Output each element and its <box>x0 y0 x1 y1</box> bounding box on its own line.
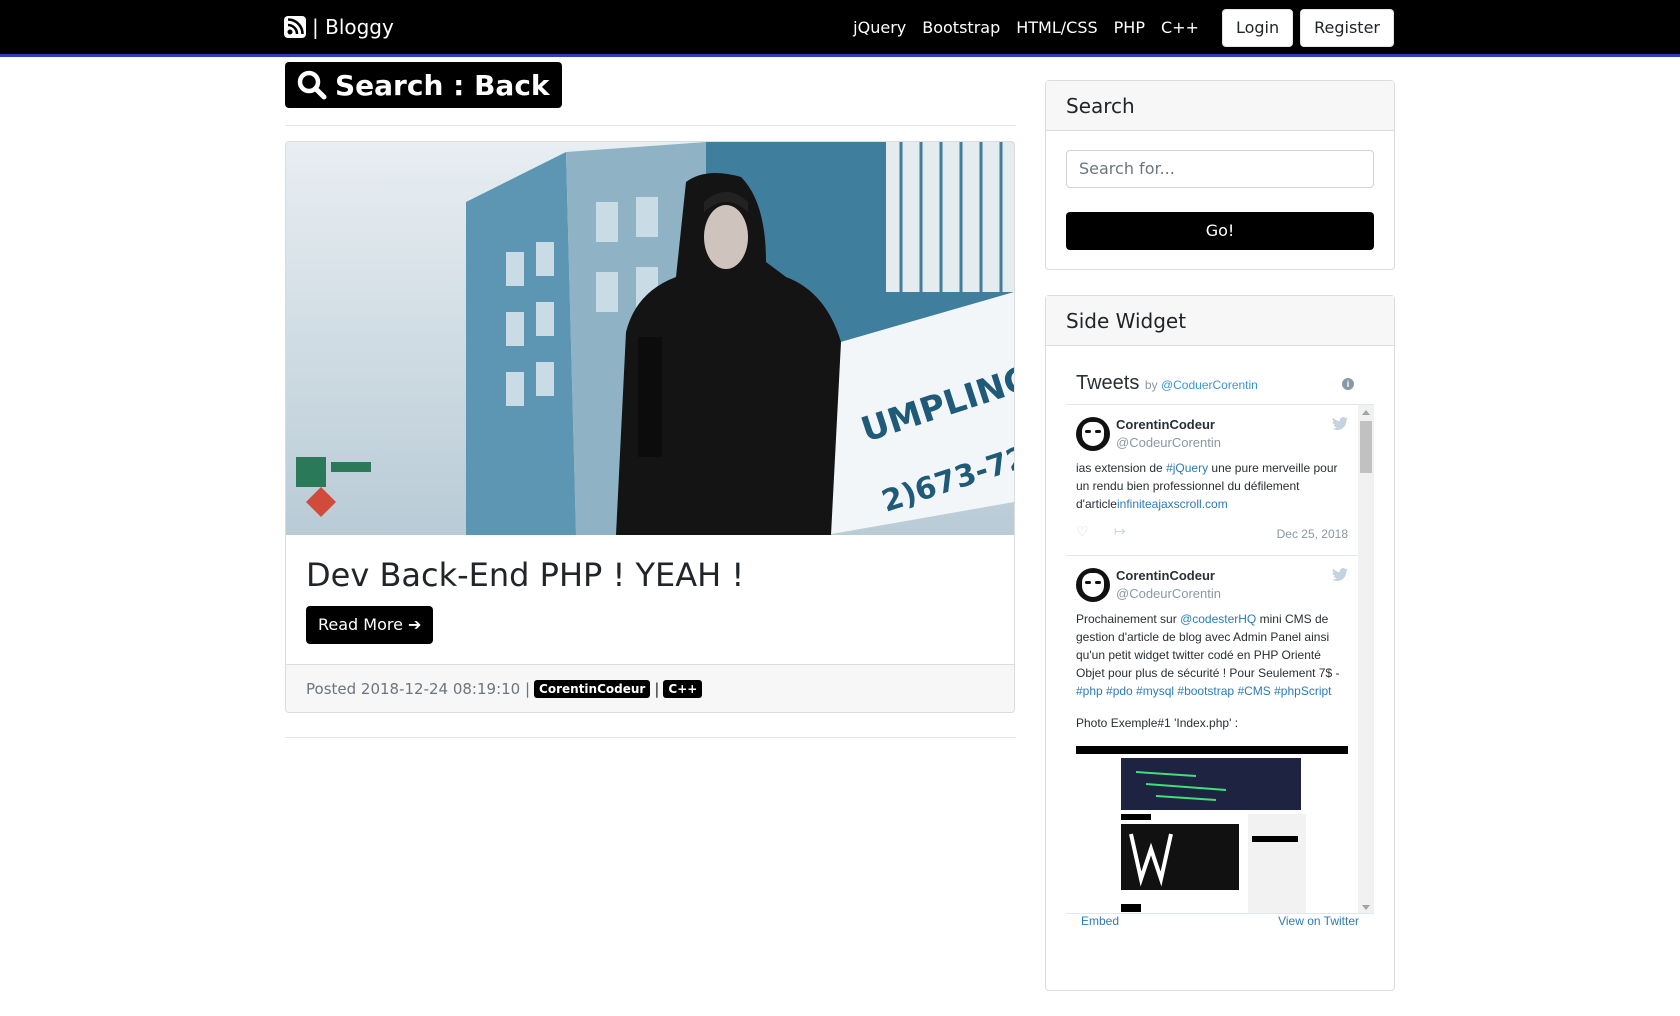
tweet-author-name[interactable]: CorentinCodeur <box>1116 568 1215 583</box>
rss-logo-icon <box>284 16 306 38</box>
tweet-photo[interactable] <box>1076 746 1348 913</box>
tweets-by-label: by <box>1144 378 1158 392</box>
tweet-text-part: Prochainement sur <box>1076 612 1181 626</box>
hashtags-link[interactable]: #php #pdo #mysql #bootstrap #CMS #phpScr… <box>1076 684 1332 698</box>
nav-link-cpp[interactable]: C++ <box>1161 8 1199 48</box>
posted-date: Posted 2018-12-24 08:19:10 | <box>306 680 531 698</box>
tweet-text: Prochainement sur @codesterHQ mini CMS d… <box>1076 610 1348 700</box>
register-button[interactable]: Register <box>1300 9 1394 47</box>
side-widget: Side Widget Tweets by @CoduerCorentin i … <box>1045 295 1395 991</box>
search-icon <box>297 70 327 100</box>
tweet-item[interactable]: CorentinCodeur @CodeurCorentin Prochaine… <box>1066 556 1358 913</box>
tweet-author-handle[interactable]: @CodeurCorentin <box>1116 586 1221 601</box>
author-badge[interactable]: CorentinCodeur <box>534 680 651 698</box>
post-meta-footer: Posted 2018-12-24 08:19:10 | CorentinCod… <box>286 664 1014 712</box>
tweet-author-name[interactable]: CorentinCodeur <box>1116 417 1215 432</box>
brand-link[interactable]: | Bloggy <box>284 15 394 39</box>
nav-links: jQuery Bootstrap HTML/CSS PHP C++ Login … <box>853 8 1394 48</box>
read-more-button[interactable]: Read More ➔ <box>306 606 434 644</box>
tweet-list[interactable]: CorentinCodeur @CodeurCorentin ias exten… <box>1066 404 1374 914</box>
arrow-right-icon: ➔ <box>407 615 422 634</box>
go-button[interactable]: Go! <box>1066 212 1374 250</box>
nav-link-php[interactable]: PHP <box>1114 8 1145 48</box>
tweet-text-part: ias extension de <box>1076 461 1167 475</box>
search-widget-title: Search <box>1046 81 1394 131</box>
scroll-down-icon[interactable] <box>1362 905 1370 910</box>
login-button[interactable]: Login <box>1221 9 1294 47</box>
post-card: UMPLING TOWN 2)673-7260 Dev Back-End PHP… <box>285 141 1015 713</box>
like-heart-icon[interactable]: ♡ <box>1076 523 1089 540</box>
navbar: | Bloggy jQuery Bootstrap HTML/CSS PHP C… <box>0 0 1680 57</box>
tweet-list-scrollbar[interactable] <box>1358 405 1374 913</box>
tweet-author-handle[interactable]: @CodeurCorentin <box>1116 435 1221 450</box>
brand-text: | Bloggy <box>312 15 394 39</box>
tweets-heading: Tweets by @CoduerCorentin <box>1076 372 1258 395</box>
embed-link[interactable]: Embed <box>1081 914 1119 928</box>
tag-badge[interactable]: C++ <box>663 680 703 698</box>
post-title[interactable]: Dev Back-End PHP ! YEAH ! <box>306 556 744 594</box>
search-input[interactable]: Search for... <box>1066 150 1374 188</box>
tweet-date[interactable]: Dec 25, 2018 <box>1277 527 1348 541</box>
divider <box>285 737 1016 738</box>
nav-link-bootstrap[interactable]: Bootstrap <box>922 8 1000 48</box>
tweets-by-handle[interactable]: @CoduerCorentin <box>1161 378 1258 392</box>
search-results-heading: Search : Back <box>285 62 562 108</box>
view-on-twitter-link[interactable]: View on Twitter <box>1278 914 1359 928</box>
twitter-bird-icon[interactable] <box>1332 568 1348 582</box>
hashtag-link[interactable]: #jQuery <box>1166 461 1208 475</box>
info-icon[interactable]: i <box>1342 378 1354 390</box>
side-widget-title: Side Widget <box>1046 296 1394 346</box>
post-hero-image[interactable]: UMPLING TOWN 2)673-7260 <box>286 142 1014 535</box>
tweet-url-link[interactable]: infiniteajaxscroll.com <box>1117 497 1228 511</box>
search-widget: Search Search for... Go! <box>1045 80 1395 270</box>
nav-link-jquery[interactable]: jQuery <box>853 8 906 48</box>
meta-separator: | <box>654 680 660 698</box>
avatar[interactable] <box>1076 568 1110 602</box>
mention-link[interactable]: @codesterHQ <box>1180 612 1256 626</box>
search-heading-text: Search : Back <box>335 68 550 102</box>
tweet-text: ias extension de #jQuery une pure mervei… <box>1076 459 1348 513</box>
tweets-heading-text: Tweets <box>1076 372 1140 394</box>
twitter-bird-icon[interactable] <box>1332 417 1348 431</box>
read-more-label: Read More <box>318 615 403 634</box>
photo-caption: Photo Exemple#1 'Index.php' : <box>1076 716 1239 730</box>
share-icon[interactable]: ↦ <box>1114 523 1126 540</box>
scroll-thumb[interactable] <box>1360 421 1372 473</box>
scroll-up-icon[interactable] <box>1362 410 1370 415</box>
nav-link-html-css[interactable]: HTML/CSS <box>1016 8 1097 48</box>
tweet-item[interactable]: CorentinCodeur @CodeurCorentin ias exten… <box>1066 405 1358 556</box>
avatar[interactable] <box>1076 417 1110 451</box>
twitter-timeline-embed: Tweets by @CoduerCorentin i CorentinCode… <box>1066 366 1374 928</box>
divider <box>285 125 1016 126</box>
